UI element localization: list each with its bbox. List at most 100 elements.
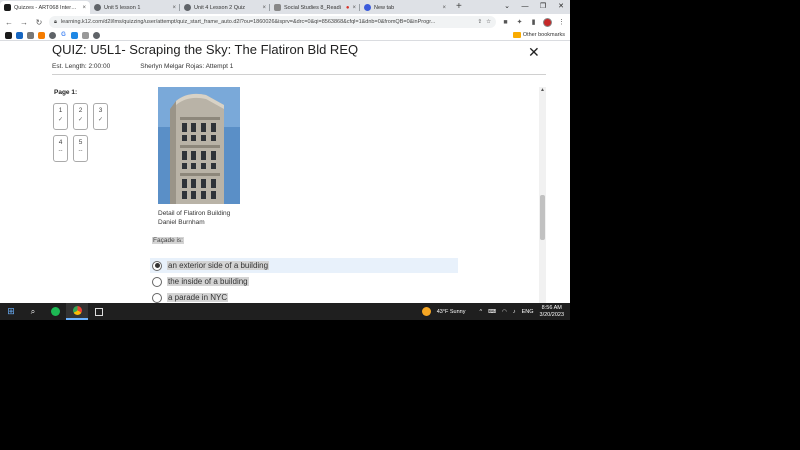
scroll-up-arrow-icon[interactable]: ▲: [539, 87, 546, 93]
forward-icon[interactable]: →: [19, 18, 29, 27]
question-nav-2[interactable]: 2 ✓: [73, 103, 88, 130]
volume-icon[interactable]: ♪: [513, 309, 516, 315]
clock-time: 8:56 AM: [541, 304, 562, 311]
restore-icon[interactable]: ❐: [534, 0, 552, 14]
question-nav-3[interactable]: 3 ✓: [93, 103, 108, 130]
sidebar-icon[interactable]: ▮: [529, 18, 538, 26]
url-field[interactable]: 🔒︎ learning.k12.com/d2l/lms/quizzing/use…: [49, 16, 496, 28]
address-bar: ← → ↻ 🔒︎ learning.k12.com/d2l/lms/quizzi…: [0, 14, 570, 30]
caption-architect: Daniel Burnham: [158, 219, 205, 226]
menu-kebab-icon[interactable]: ⋮: [557, 18, 566, 26]
question-nav-4[interactable]: 4 --: [53, 135, 68, 162]
bookmark-blue-icon[interactable]: [16, 31, 23, 39]
radio-unselected[interactable]: [152, 276, 162, 287]
answer-label: an exterior side of a building: [167, 261, 270, 270]
profile-avatar[interactable]: [543, 17, 552, 27]
bookmark-blue2-icon[interactable]: [71, 31, 78, 39]
tab-quizzes[interactable]: Quizzes - ART068 Intermediate ×: [0, 1, 90, 14]
windows-start-icon[interactable]: ⊞: [0, 303, 22, 320]
black-margin-bottom: [0, 320, 570, 450]
tab-search-icon[interactable]: ⌄: [498, 0, 516, 14]
radio-unselected[interactable]: [152, 292, 162, 303]
bookmark-google-icon[interactable]: G: [60, 32, 67, 39]
bookmark-globe2-icon[interactable]: [93, 31, 100, 39]
question-number: 4: [58, 139, 63, 146]
tab-label: Quizzes - ART068 Intermediate: [14, 4, 79, 11]
weather-text[interactable]: 43°F Sunny: [437, 309, 466, 315]
page-scrollbar[interactable]: ▲: [539, 87, 546, 320]
extension-icon-1[interactable]: ■: [501, 19, 510, 26]
close-tab-icon[interactable]: ×: [172, 5, 176, 11]
question-nav-5[interactable]: 5 --: [73, 135, 88, 162]
close-quiz-icon[interactable]: ✕: [528, 44, 540, 61]
keyboard-icon[interactable]: ⌨: [488, 309, 496, 315]
window-controls: ⌄ — ❐ ✕: [498, 0, 570, 14]
caption-title: Detail of Flatiron Building: [158, 210, 231, 217]
tab-new-tab[interactable]: New tab ×: [360, 1, 450, 14]
unanswered-status: --: [78, 148, 83, 154]
radio-selected[interactable]: [152, 260, 162, 271]
other-bookmarks[interactable]: Other bookmarks: [512, 32, 565, 38]
checkmark-icon: ✓: [57, 117, 64, 123]
question-number: 1: [58, 107, 63, 114]
globe-icon: [184, 4, 191, 11]
clock[interactable]: 8:56 AM 3/20/2023: [540, 305, 564, 319]
answer-label: the inside of a building: [167, 277, 249, 286]
bookmark-globe-icon[interactable]: [49, 31, 56, 39]
app-icon[interactable]: [88, 303, 110, 320]
spotify-icon[interactable]: [44, 303, 66, 320]
page-label: Page 1:: [54, 89, 78, 96]
url-text: learning.k12.com/d2l/lms/quizzing/user/a…: [60, 19, 436, 25]
recording-dot-icon: ●: [345, 4, 350, 11]
close-tab-icon[interactable]: ×: [262, 5, 266, 11]
lock-icon: 🔒︎: [54, 18, 57, 25]
document-icon: [274, 4, 281, 11]
scroll-thumb[interactable]: [540, 195, 545, 240]
bookmark-orange-icon[interactable]: [38, 31, 45, 39]
weather-sun-icon[interactable]: [421, 307, 431, 316]
tab-social-studies[interactable]: Social Studies 8_Readi ● ×: [270, 1, 360, 14]
reload-icon[interactable]: ↻: [34, 18, 44, 27]
bookmark-k12-icon[interactable]: [5, 31, 12, 39]
wifi-icon[interactable]: ◠: [502, 309, 507, 315]
tab-unit5-lesson1[interactable]: Unit 5 lesson 1 ×: [90, 1, 180, 14]
answer-option-1[interactable]: an exterior side of a building: [150, 258, 458, 273]
photo-caption: Detail of Flatiron Building Daniel Burnh…: [158, 209, 230, 227]
bookmark-gray-icon[interactable]: [27, 31, 34, 39]
other-bookmarks-label: Other bookmarks: [522, 32, 565, 38]
quiz-meta: Est. Length: 2:00:00 Sherlyn Melgar Roja…: [52, 63, 233, 70]
black-margin-right: [570, 0, 800, 450]
share-icon[interactable]: ⇪: [477, 19, 482, 25]
language-label[interactable]: ENG: [522, 309, 534, 315]
new-tab-icon: [364, 4, 371, 11]
folder-icon: [512, 32, 521, 38]
question-number: 3: [98, 107, 103, 114]
question-nav-1[interactable]: 1 ✓: [53, 103, 68, 130]
close-tab-icon[interactable]: ×: [352, 5, 356, 11]
checkmark-icon: ✓: [97, 117, 104, 123]
close-window-icon[interactable]: ✕: [552, 0, 570, 14]
search-icon[interactable]: ⌕: [22, 303, 44, 320]
close-tab-icon[interactable]: ×: [82, 5, 86, 11]
checkmark-icon: ✓: [77, 117, 84, 123]
quiz-title: QUIZ: U5L1- Scraping the Sky: The Flatir…: [52, 42, 359, 57]
flatiron-building-photo: [158, 87, 240, 204]
extensions-puzzle-icon[interactable]: ✦: [515, 18, 524, 26]
chrome-icon[interactable]: [66, 303, 88, 320]
bookmark-star-icon[interactable]: ☆: [486, 19, 491, 25]
show-hidden-icons[interactable]: ^: [480, 309, 483, 315]
minimize-icon[interactable]: —: [516, 0, 534, 14]
question-number: 2: [78, 107, 83, 114]
est-length: Est. Length: 2:00:00: [52, 63, 111, 70]
close-tab-icon[interactable]: ×: [442, 5, 446, 11]
bookmark-gray2-icon[interactable]: [82, 31, 89, 39]
divider: [52, 74, 546, 75]
answer-option-2[interactable]: the inside of a building: [150, 274, 458, 289]
back-icon[interactable]: ←: [4, 18, 14, 27]
attempt-info: Sherlyn Melgar Rojas: Attempt 1: [140, 63, 234, 70]
tab-label: Social Studies 8_Readi: [284, 4, 341, 11]
tab-strip: Quizzes - ART068 Intermediate × Unit 5 l…: [0, 0, 570, 14]
tab-unit4-quiz[interactable]: Unit 4 Lesson 2 Quiz ×: [180, 1, 270, 14]
new-tab-button[interactable]: +: [450, 1, 468, 14]
windows-taskbar: ⊞ ⌕ 43°F Sunny ^ ⌨ ◠ ♪ ENG 8:56 AM 3/20/…: [0, 303, 570, 320]
